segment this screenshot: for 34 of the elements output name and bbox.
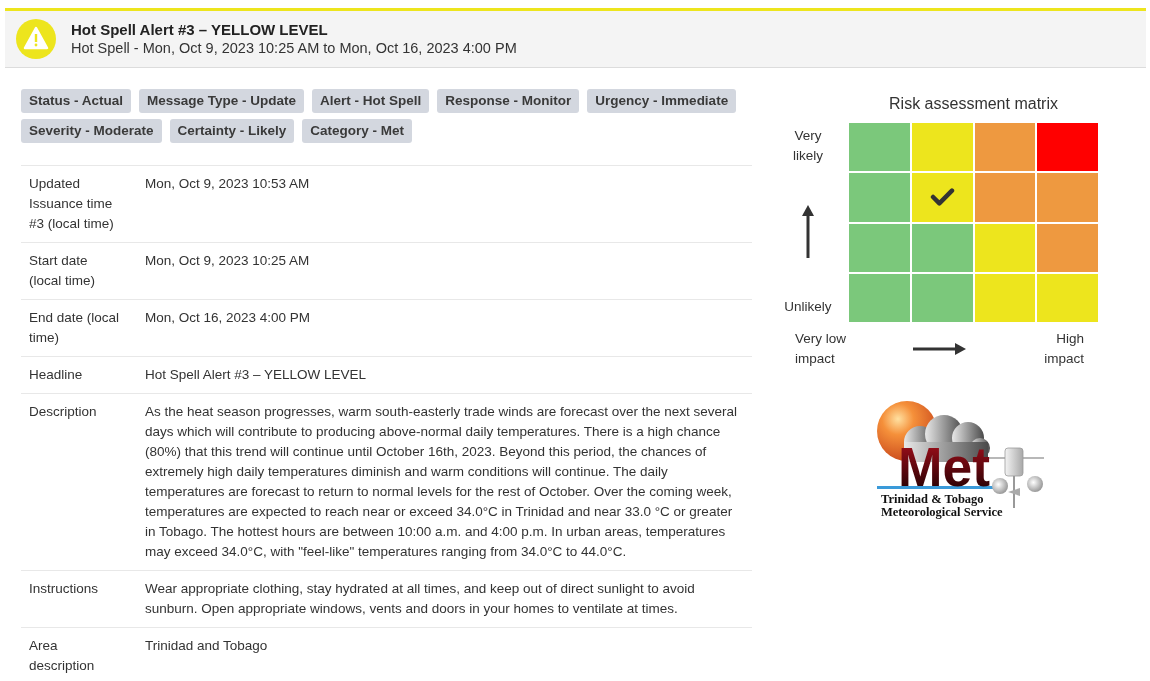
detail-value: Mon, Oct 9, 2023 10:53 AM: [144, 175, 311, 193]
detail-label: Instructions: [28, 580, 100, 598]
detail-value: Mon, Oct 9, 2023 10:25 AM: [144, 252, 311, 270]
detail-label: Start date (local time): [28, 252, 96, 290]
alert-tag: Certainty - Likely: [169, 119, 295, 143]
alert-tag: Status - Actual: [21, 89, 131, 113]
detail-label: Description: [28, 403, 98, 421]
check-icon: [929, 188, 955, 207]
alert-period: Hot Spell - Mon, Oct 9, 2023 10:25 AM to Mon, Oct 16, 2023 4:00 PM: [71, 38, 517, 58]
detail-value: Wear appropriate clothing, stay hydrated at all times, and keep out of direct sunlight to avoid sunburn. Open appropriate windows, vents and doors in your homes to ventilate at times.: [144, 580, 696, 618]
impact-label: Very low impact: [795, 330, 848, 368]
detail-label: Updated Issuance time #3 (local time): [28, 175, 115, 233]
detail-label: Headline: [28, 366, 84, 384]
impact-label: High impact: [1043, 330, 1084, 368]
detail-value: Trinidad and Tobago: [144, 637, 269, 655]
detail-value: As the heat season progresses, warm south-easterly trade winds are forecast over the next several days which will contribute to producing above-normal daily temperatures. There is a high chance (80%) that this trend will continue until October 16th, 2023. Beyond this period, the chances of extremely high daily temperatures diminish and warm conditions will continue. The daily temperatures are forecast to return to normal levels for the rest of October. Over the coming week, temperatures are expected to reach near or exceed 34.0°C in Trinidad and near 33.0 °C or greater in Tobago. The hottest hours are between 10:00 a.m. and 4:00 p.m. In urban areas, temperatures may exceed 34.0°C, with "feel-like" temperatures ranging from 34.0°C to 44.0°C.: [144, 403, 739, 561]
alert-tag: Urgency - Immediate: [587, 89, 737, 113]
logo-caption: Meteorological Service: [881, 505, 1003, 519]
matrix-title: Risk assessment matrix: [888, 94, 1059, 114]
likelihood-label: Very likely: [792, 127, 824, 165]
alert-tag: Alert - Hot Spell: [312, 89, 430, 113]
alert-tag: Category - Met: [302, 119, 413, 143]
warning-icon: [16, 19, 56, 59]
detail-label: Area description: [28, 637, 96, 675]
detail-label: End date (local time): [28, 309, 121, 347]
alert-tag: Severity - Moderate: [21, 119, 162, 143]
alert-tag: Message Type - Update: [139, 89, 305, 113]
detail-value: Mon, Oct 16, 2023 4:00 PM: [144, 309, 312, 327]
alert-title: Hot Spell Alert #3 – YELLOW LEVEL: [71, 20, 329, 39]
likelihood-label: Unlikely: [784, 298, 832, 316]
right-arrow-icon: [913, 343, 966, 355]
up-arrow-icon: [802, 205, 814, 258]
alert-tag: Response - Monitor: [437, 89, 580, 113]
detail-value: Hot Spell Alert #3 – YELLOW LEVEL: [144, 366, 368, 384]
